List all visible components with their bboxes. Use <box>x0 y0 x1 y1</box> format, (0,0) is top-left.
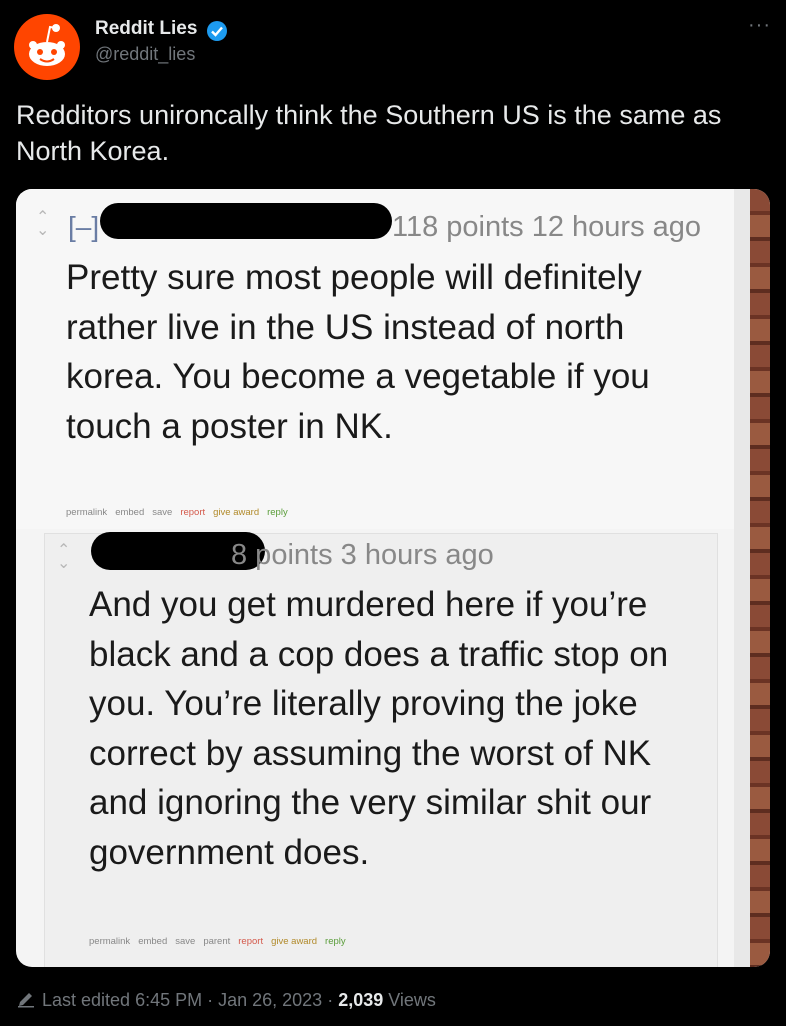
give-award-link[interactable]: give award <box>271 936 317 947</box>
comment-2-meta: 8 points 3 hours ago <box>231 539 494 571</box>
embed-link[interactable]: embed <box>115 507 144 518</box>
pencil-icon <box>18 993 34 1008</box>
display-name[interactable]: Reddit Lies <box>95 18 197 40</box>
verified-badge-icon <box>207 21 227 41</box>
permalink-link[interactable]: permalink <box>66 507 107 518</box>
screenshot-edge <box>734 189 750 967</box>
report-link[interactable]: report <box>238 936 263 947</box>
handle[interactable]: @reddit_lies <box>95 44 195 65</box>
comment-2-body: And you get murdered here if you’re blac… <box>89 585 669 872</box>
comment-1-links: permalink embed save report give award reply <box>66 507 296 518</box>
embed-link[interactable]: embed <box>138 936 167 947</box>
reply-link[interactable]: reply <box>325 936 346 947</box>
background-brick <box>750 189 770 967</box>
parent-link[interactable]: parent <box>203 936 230 947</box>
reddit-snoo-icon <box>29 24 65 66</box>
reply-link[interactable]: reply <box>267 507 288 518</box>
avatar[interactable] <box>14 14 80 80</box>
views-label: Views <box>383 990 436 1010</box>
tweet-footer: Last edited 6:45 PM · Jan 26, 2023 · 2,0… <box>16 989 436 1011</box>
comment-1-meta: 118 points 12 hours ago <box>392 211 702 243</box>
comment-1: ⌃ ⌄ [–] 118 points 12 hours ago Pretty su… <box>16 189 734 529</box>
vote-arrows-icon: ⌃ ⌄ <box>57 542 71 572</box>
collapse-toggle[interactable]: [–] <box>68 211 99 243</box>
save-link[interactable]: save <box>175 936 195 947</box>
comment-2: ⌃ ⌄ 8 points 3 hours ago And you get murd… <box>44 532 718 967</box>
views-count: 2,039 <box>338 990 384 1010</box>
report-link[interactable]: report <box>180 507 205 518</box>
comment-2-links: permalink embed save parent report give award… <box>89 936 354 947</box>
vote-arrows-icon: ⌃ ⌄ <box>36 209 50 239</box>
save-link[interactable]: save <box>152 507 172 518</box>
give-award-link[interactable]: give award <box>213 507 259 518</box>
more-options-icon[interactable]: ··· <box>748 14 771 37</box>
tweet-text: Redditors unironcally think the Southern… <box>16 100 722 166</box>
edit-history-link[interactable]: Last edited 6:45 PM · Jan 26, 2023 · <box>42 990 338 1010</box>
permalink-link[interactable]: permalink <box>89 936 130 947</box>
comment-1-body: Pretty sure most people will definitely … <box>66 258 650 446</box>
redacted-username <box>100 203 392 239</box>
tweet-media-image[interactable]: ⌃ ⌄ [–] 118 points 12 hours ago Pretty su… <box>16 189 770 967</box>
